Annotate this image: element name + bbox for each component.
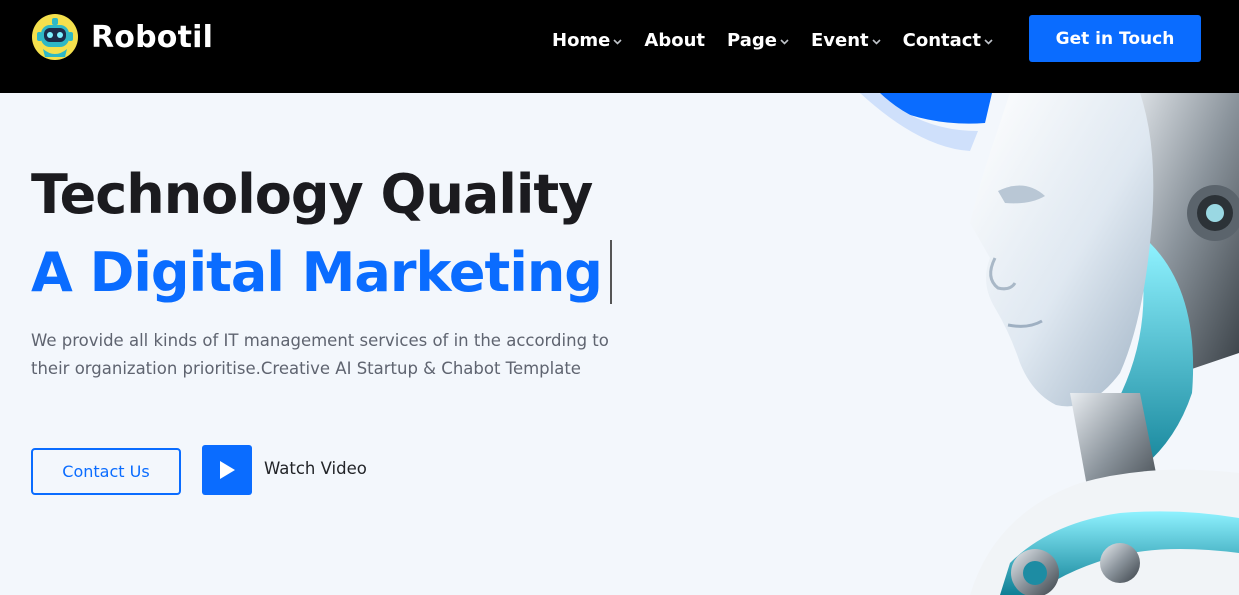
chevron-down-icon xyxy=(613,39,622,45)
chevron-down-icon xyxy=(984,39,993,45)
contact-us-button[interactable]: Contact Us xyxy=(31,448,181,495)
chevron-down-icon xyxy=(872,39,881,45)
play-video-button[interactable] xyxy=(202,445,252,495)
nav-item-event[interactable]: Event xyxy=(811,30,881,51)
nav-item-contact[interactable]: Contact xyxy=(903,30,993,51)
robot-hero-image xyxy=(860,93,1239,595)
nav-item-label: Contact xyxy=(902,29,982,51)
typing-caret xyxy=(609,240,612,304)
nav-item-label: About xyxy=(644,29,706,51)
robot-mascot-icon xyxy=(32,14,78,60)
nav-item-home[interactable]: Home xyxy=(552,30,622,51)
play-icon xyxy=(220,461,235,479)
hero-title-line-1: Technology Quality xyxy=(31,163,593,226)
hero-title-line-2: A Digital Marketing xyxy=(31,240,612,304)
hero-title-highlight: A Digital Marketing xyxy=(31,240,603,304)
logo[interactable]: Robotil xyxy=(31,13,213,61)
nav-item-page[interactable]: Page xyxy=(727,30,789,51)
watch-video-label[interactable]: Watch Video xyxy=(264,459,367,478)
nav-item-label: Page xyxy=(727,29,777,51)
site-header: Robotil Home About Page Event Contact Ge… xyxy=(0,0,1239,93)
hero-description: We provide all kinds of IT management se… xyxy=(31,331,609,378)
get-in-touch-button[interactable]: Get in Touch xyxy=(1029,15,1201,62)
chevron-down-icon xyxy=(780,39,789,45)
nav-item-label: Event xyxy=(810,29,869,51)
main-nav: Home About Page Event Contact xyxy=(552,27,993,53)
nav-item-about[interactable]: About xyxy=(644,30,705,51)
logo-text: Robotil xyxy=(91,19,214,55)
nav-item-label: Home xyxy=(552,29,611,51)
hero-section: Technology Quality A Digital Marketing W… xyxy=(0,93,1239,595)
